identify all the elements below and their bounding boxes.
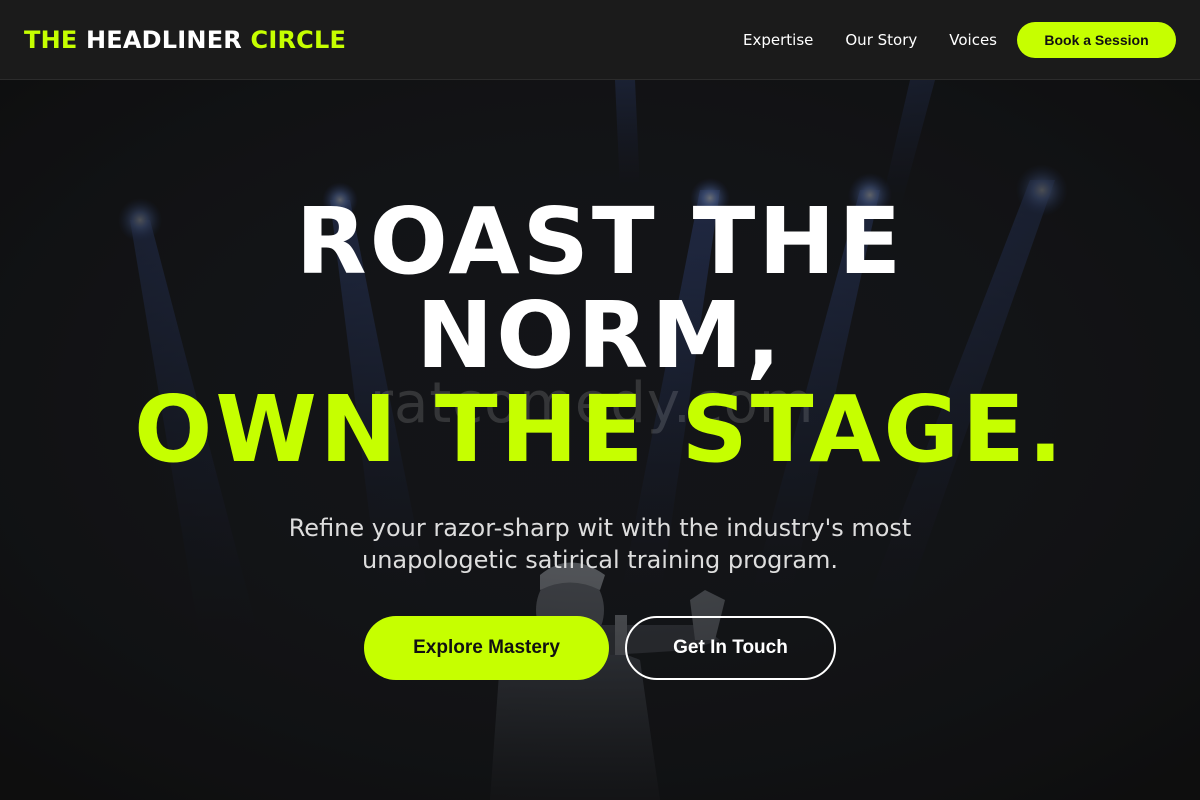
- nav-link-voices[interactable]: Voices: [949, 30, 997, 50]
- book-session-button[interactable]: Book a Session: [1017, 22, 1176, 58]
- brand-logo[interactable]: THE HEADLINER CIRCLE: [24, 24, 346, 56]
- logo-word-the: THE: [24, 26, 78, 54]
- hero-subtitle: Refine your razor-sharp wit with the ind…: [0, 512, 1200, 576]
- explore-mastery-button[interactable]: Explore Mastery: [364, 616, 609, 680]
- headline-line-1: ROAST THE: [295, 188, 905, 295]
- subtitle-line-2: unapologetic satirical training program.: [361, 546, 838, 574]
- nav-link-our-story[interactable]: Our Story: [845, 30, 917, 50]
- hero-headline: ROAST THE NORM, OWN THE STAGE.: [0, 195, 1200, 477]
- logo-word-headliner: HEADLINER: [86, 26, 242, 54]
- top-navbar: THE HEADLINER CIRCLE Expertise Our Story…: [0, 0, 1200, 80]
- page: THE HEADLINER CIRCLE Expertise Our Story…: [0, 0, 1200, 800]
- logo-word-circle: CIRCLE: [250, 26, 347, 54]
- subtitle-line-1: Refine your razor-sharp wit with the ind…: [288, 514, 912, 542]
- headline-line-2: NORM,: [416, 282, 784, 389]
- get-in-touch-button[interactable]: Get In Touch: [625, 616, 836, 680]
- nav-links: Expertise Our Story Voices: [743, 30, 1029, 50]
- nav-link-expertise[interactable]: Expertise: [743, 30, 813, 50]
- headline-line-3: OWN THE STAGE.: [134, 376, 1066, 483]
